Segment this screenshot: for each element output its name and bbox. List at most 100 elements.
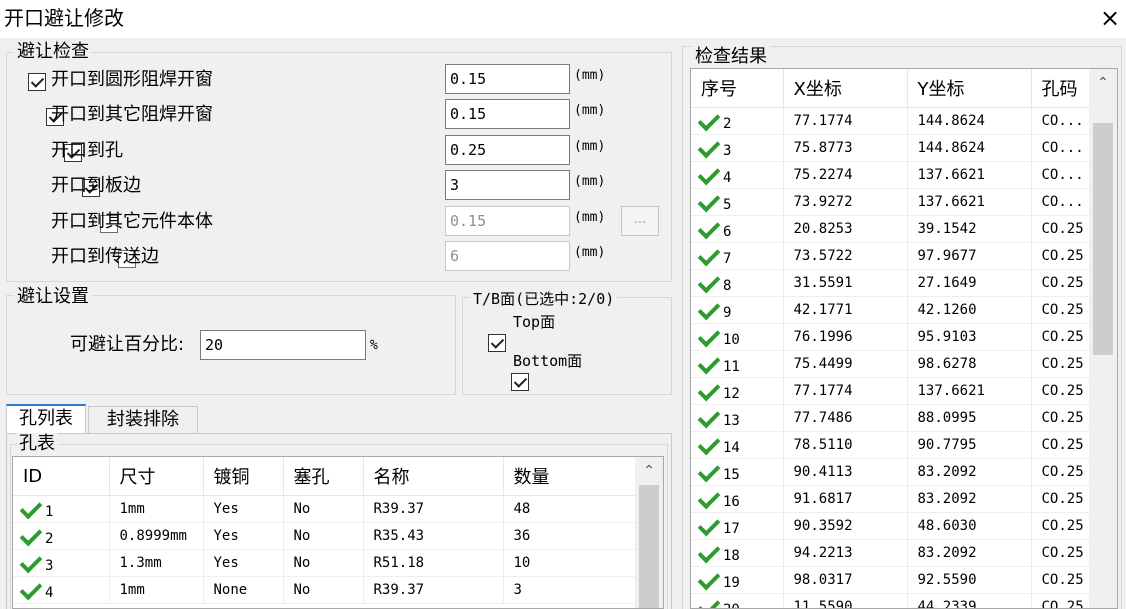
column-header[interactable]: 尺寸 (109, 457, 204, 496)
table-row[interactable]: 13 77.7486 88.0995 CO.25 (691, 404, 1092, 432)
table-row[interactable]: 7 73.5722 97.9677 CO.25 (691, 242, 1092, 270)
table-row[interactable]: 2 77.1774 144.8624 CO... (691, 107, 1092, 135)
scroll-thumb[interactable] (639, 485, 659, 608)
table-row[interactable]: 1 1mm Yes No R39.37 48 (13, 495, 636, 523)
table-row[interactable]: 20 11.5590 44.2339 CO.25 (691, 593, 1092, 609)
table-row[interactable]: 18 94.2213 83.2092 CO.25 (691, 539, 1092, 567)
table-cell: 14 (691, 431, 784, 459)
table-row[interactable]: 5 73.9272 137.6621 CO... (691, 188, 1092, 216)
table-cell: 48.6030 (907, 512, 1032, 540)
tab-package-exclude[interactable]: 封装排除 (88, 406, 198, 434)
table-row[interactable]: 17 90.3592 48.6030 CO.25 (691, 512, 1092, 540)
check-icon (697, 540, 721, 564)
table-row[interactable]: 4 75.2274 137.6621 CO... (691, 161, 1092, 189)
column-header[interactable]: 名称 (363, 457, 504, 496)
cell-text: CO.25 (1041, 221, 1084, 237)
check-icon (697, 270, 721, 294)
percent-unit: % (370, 338, 378, 353)
table-cell: 44.2339 (907, 593, 1032, 609)
table-cell: No (283, 522, 364, 550)
cell-text: 44.2339 (917, 599, 977, 609)
cell-text: CO... (1041, 167, 1084, 183)
scroll-up-icon[interactable]: ⌃ (635, 463, 663, 479)
table-cell: 98.0317 (783, 566, 908, 594)
avoid-check-value-input[interactable]: 0.15 (445, 206, 570, 236)
table-cell: 92.5590 (907, 566, 1032, 594)
hole-table-scrollbar[interactable]: ⌃ (635, 457, 663, 608)
scroll-up-icon[interactable]: ⌃ (1089, 75, 1117, 91)
check-icon (697, 324, 721, 348)
tab-hole-list[interactable]: 孔列表 (6, 404, 86, 434)
bottom-side-checkbox[interactable] (511, 373, 530, 391)
avoid-check-value-input[interactable]: 3 (445, 170, 570, 200)
avoid-check-unit: (mm) (574, 245, 606, 260)
table-cell: 94.2213 (783, 539, 908, 567)
table-cell: None (203, 576, 284, 604)
table-cell: 3 (691, 134, 784, 162)
table-row[interactable]: 11 75.4499 98.6278 CO.25 (691, 350, 1092, 378)
cell-text: 83.2092 (917, 545, 977, 561)
results-scrollbar[interactable]: ⌃ (1089, 69, 1117, 608)
cell-text: CO.25 (1041, 329, 1084, 345)
table-row[interactable]: 10 76.1996 95.9103 CO.25 (691, 323, 1092, 351)
cell-text: 137.6621 (917, 167, 985, 183)
cell-text: 1.3mm (119, 555, 162, 571)
table-row[interactable]: 9 42.1771 42.1260 CO.25 (691, 296, 1092, 324)
table-cell: 11.5590 (783, 593, 908, 608)
table-cell: 73.5722 (783, 242, 908, 270)
avoid-check-value-input[interactable]: 6 (445, 241, 570, 271)
cell-text: CO.25 (1041, 410, 1084, 426)
table-cell: 15 (691, 458, 784, 486)
table-row[interactable]: 6 20.8253 39.1542 CO.25 (691, 215, 1092, 243)
scroll-thumb[interactable] (1093, 123, 1113, 355)
table-cell: 3 (503, 576, 636, 604)
check-icon (697, 378, 721, 402)
table-row[interactable]: 2 0.8999mm Yes No R35.43 36 (13, 522, 636, 550)
column-header[interactable]: 镀铜 (203, 457, 284, 496)
column-header[interactable]: 数量 (503, 457, 636, 496)
table-row[interactable]: 16 91.6817 83.2092 CO.25 (691, 485, 1092, 513)
avoid-check-value-input[interactable]: 0.15 (445, 64, 570, 94)
table-row[interactable]: 12 77.1774 137.6621 CO.25 (691, 377, 1092, 405)
table-cell: 144.8624 (907, 107, 1032, 135)
cell-text: 10 (723, 332, 740, 348)
window-title: 开口避让修改 (4, 6, 124, 30)
cell-text: No (293, 528, 311, 544)
avoid-check-value-input[interactable]: 0.25 (445, 135, 570, 165)
avoid-check-value-input[interactable]: 0.15 (445, 99, 570, 129)
column-header[interactable]: Y坐标 (907, 69, 1032, 108)
close-icon[interactable]: × (1096, 4, 1124, 32)
tb-side-title: T/B面(已选中:2/0) (470, 288, 618, 310)
table-row[interactable]: 14 78.5110 90.7795 CO.25 (691, 431, 1092, 459)
top-side-checkbox[interactable] (488, 334, 506, 352)
percent-input[interactable]: 20 (200, 330, 366, 360)
table-cell: CO.25 (1031, 377, 1092, 405)
table-row[interactable]: 15 90.4113 83.2092 CO.25 (691, 458, 1092, 486)
column-header[interactable]: ID (13, 457, 110, 496)
table-row[interactable]: 3 75.8773 144.8624 CO... (691, 134, 1092, 162)
column-header[interactable]: 序号 (691, 69, 784, 108)
browse-button[interactable]: ... (621, 206, 659, 236)
cell-text: R39.37 (373, 501, 425, 517)
table-cell: 75.8773 (783, 134, 908, 162)
cell-text: 19 (723, 575, 740, 591)
table-cell: 137.6621 (907, 188, 1032, 216)
column-header[interactable]: 塞孔 (283, 457, 364, 496)
avoid-check-title: 避让检查 (14, 41, 92, 63)
cell-text: CO.25 (1041, 248, 1084, 264)
table-cell: No (283, 495, 364, 523)
table-row[interactable]: 8 31.5591 27.1649 CO.25 (691, 269, 1092, 297)
table-row[interactable]: 19 98.0317 92.5590 CO.25 (691, 566, 1092, 594)
avoid-check-checkbox[interactable] (28, 72, 46, 91)
cell-text: 20.8253 (793, 221, 853, 237)
column-header[interactable]: 孔码 (1031, 69, 1092, 108)
table-cell: 20 (691, 593, 784, 608)
check-icon (697, 135, 721, 159)
table-cell: Yes (203, 522, 284, 550)
check-icon (697, 513, 721, 537)
percent-label: 可避让百分比: (70, 334, 185, 355)
cell-text: 39.1542 (917, 221, 977, 237)
table-row[interactable]: 4 1mm None No R39.37 3 (13, 576, 636, 604)
table-row[interactable]: 3 1.3mm Yes No R51.18 10 (13, 549, 636, 577)
column-header[interactable]: X坐标 (783, 69, 908, 108)
